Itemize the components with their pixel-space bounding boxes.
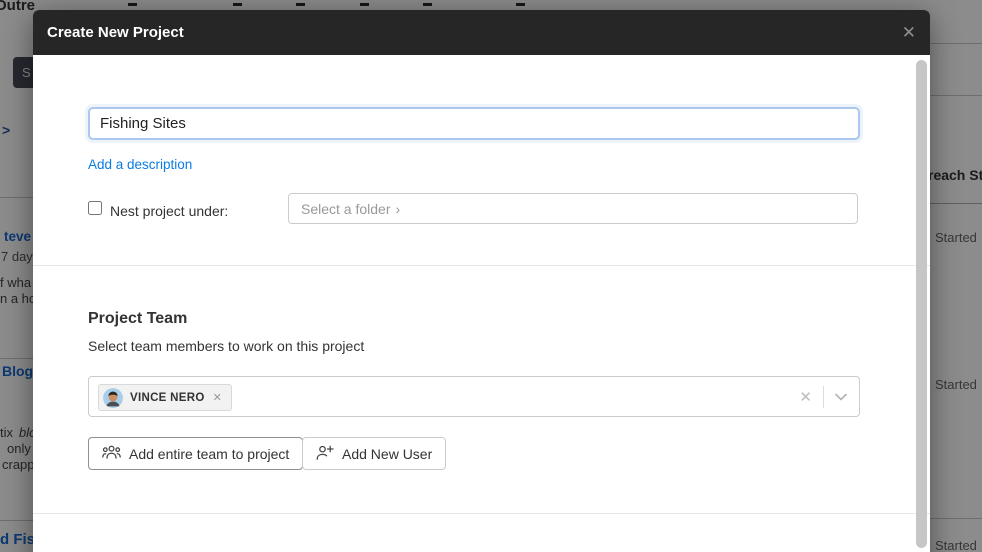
add-new-user-label: Add New User xyxy=(342,445,433,462)
select-controls: ✕ xyxy=(799,377,847,416)
add-entire-team-label: Add entire team to project xyxy=(129,445,290,462)
folder-placeholder: Select a folder xyxy=(301,200,391,217)
project-name-input[interactable] xyxy=(88,107,860,140)
member-name: VINCE NERO xyxy=(130,391,205,404)
modal-title: Create New Project xyxy=(47,24,184,41)
nest-project-label: Nest project under: xyxy=(110,203,229,219)
footer-divider xyxy=(33,513,930,514)
modal-header: Create New Project ✕ xyxy=(33,10,930,55)
member-chip[interactable]: VINCE NERO ✕ xyxy=(98,384,232,411)
chevron-right-icon: › xyxy=(395,200,401,217)
add-description-link[interactable]: Add a description xyxy=(88,157,192,172)
folder-select[interactable]: Select a folder › xyxy=(288,193,858,224)
team-member-select[interactable]: VINCE NERO ✕ ✕ xyxy=(88,376,860,417)
avatar xyxy=(103,387,123,408)
team-section-heading: Project Team xyxy=(88,310,188,327)
team-section-subheading: Select team members to work on this proj… xyxy=(88,338,365,354)
team-group-icon xyxy=(102,445,121,462)
select-separator xyxy=(823,385,824,408)
screen: Outre S > teve 7 day f wha n a ho Blog t… xyxy=(0,0,982,552)
close-icon[interactable]: ✕ xyxy=(902,24,916,41)
nest-project-checkbox[interactable] xyxy=(88,201,102,215)
modal-scrollbar-thumb[interactable] xyxy=(916,60,927,548)
add-user-icon xyxy=(316,445,334,463)
clear-selection-icon[interactable]: ✕ xyxy=(799,388,812,406)
section-divider xyxy=(33,265,930,266)
remove-member-icon[interactable]: ✕ xyxy=(213,391,222,404)
chevron-down-icon[interactable] xyxy=(835,393,847,401)
create-project-modal: Create New Project ✕ Add a description N… xyxy=(33,10,930,552)
add-entire-team-button[interactable]: Add entire team to project xyxy=(88,437,304,470)
add-new-user-button[interactable]: Add New User xyxy=(302,437,447,470)
